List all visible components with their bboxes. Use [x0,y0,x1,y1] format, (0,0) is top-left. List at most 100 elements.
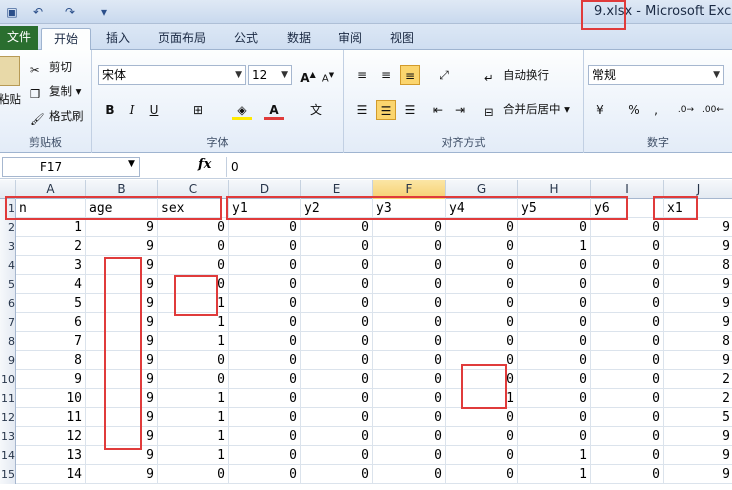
column-label-cell[interactable]: y1 [229,199,301,218]
data-cell[interactable]: 0 [591,389,664,408]
data-cell[interactable]: 0 [301,465,373,484]
data-cell[interactable]: 13 [16,446,86,465]
column-label-cell[interactable]: y4 [446,199,518,218]
align-left-icon[interactable]: ☰ [352,100,372,120]
data-cell[interactable]: 0 [373,389,446,408]
row-header[interactable]: 1 [0,199,16,218]
decrease-indent-icon[interactable]: ⇤ [428,100,448,120]
data-cell[interactable]: 14 [16,465,86,484]
data-cell[interactable]: 0 [518,408,591,427]
increase-decimal-icon[interactable]: .0→ [676,100,696,120]
row-header[interactable]: 12 [0,408,16,427]
data-cell[interactable]: 0 [158,351,229,370]
tab-formulas[interactable]: 公式 [230,28,262,50]
data-cell[interactable]: 1 [158,332,229,351]
underline-button[interactable]: U [144,100,164,120]
data-cell[interactable]: 0 [229,256,301,275]
data-cell[interactable]: 7 [16,332,86,351]
fill-color-icon[interactable]: ◈ [232,100,252,120]
save-icon[interactable]: ▣ [4,4,20,20]
data-cell[interactable]: 10 [16,389,86,408]
data-cell[interactable]: 9 [86,218,158,237]
shrink-font-button[interactable]: A▼ [318,65,338,85]
column-label-cell[interactable]: y3 [373,199,446,218]
font-size-select[interactable]: 12 ▼ [248,65,292,85]
data-cell[interactable]: 1 [446,389,518,408]
data-cell[interactable]: 9 [86,313,158,332]
data-cell[interactable]: 0 [518,332,591,351]
number-format-select[interactable]: 常规 ▼ [588,65,724,85]
data-cell[interactable]: 0 [373,256,446,275]
data-cell[interactable]: 9 [86,351,158,370]
insert-function-icon[interactable]: fx [198,157,211,172]
data-cell[interactable]: 0 [446,332,518,351]
data-cell[interactable]: 0 [301,218,373,237]
row-header[interactable]: 8 [0,332,16,351]
column-label-cell[interactable]: y5 [518,199,591,218]
data-cell[interactable]: 0 [158,237,229,256]
data-cell[interactable]: 0 [446,218,518,237]
copy-button[interactable]: ❐ 复制 ▾ [30,82,81,101]
formula-input[interactable]: 0 [226,157,732,177]
data-cell[interactable]: 1 [518,465,591,484]
select-all-corner[interactable] [0,180,16,199]
borders-icon[interactable]: ⊞ [188,100,208,120]
data-cell[interactable]: 0 [373,427,446,446]
data-cell[interactable]: 11 [16,408,86,427]
chevron-down-icon[interactable]: ▼ [128,159,135,169]
column-header-g[interactable]: G [446,180,518,199]
data-cell[interactable]: 0 [446,427,518,446]
data-cell[interactable]: 1 [518,446,591,465]
data-cell[interactable]: 9 [664,465,732,484]
row-header[interactable]: 2 [0,218,16,237]
data-cell[interactable]: 9 [86,237,158,256]
data-cell[interactable]: 8 [16,351,86,370]
row-header[interactable]: 5 [0,275,16,294]
data-cell[interactable]: 0 [518,427,591,446]
row-header[interactable]: 3 [0,237,16,256]
data-cell[interactable]: 1 [158,408,229,427]
align-bottom-icon[interactable]: ≡ [400,65,420,85]
data-cell[interactable]: 0 [158,370,229,389]
data-cell[interactable]: 9 [86,256,158,275]
data-cell[interactable]: 0 [373,275,446,294]
data-cell[interactable]: 0 [518,313,591,332]
data-cell[interactable]: 0 [591,427,664,446]
data-cell[interactable]: 0 [229,370,301,389]
column-header-f[interactable]: F [373,180,446,199]
column-header-d[interactable]: D [229,180,301,199]
data-cell[interactable]: 0 [301,446,373,465]
data-cell[interactable]: 8 [664,332,732,351]
data-cell[interactable]: 0 [591,275,664,294]
data-cell[interactable]: 0 [229,427,301,446]
data-cell[interactable]: 1 [16,218,86,237]
data-cell[interactable]: 0 [591,218,664,237]
align-top-icon[interactable]: ≡ [352,65,372,85]
data-cell[interactable]: 0 [229,294,301,313]
align-right-icon[interactable]: ☰ [400,100,420,120]
increase-indent-icon[interactable]: ⇥ [450,100,470,120]
paste-button[interactable]: 粘贴 [0,90,21,108]
data-cell[interactable]: 0 [301,275,373,294]
data-cell[interactable]: 0 [518,389,591,408]
data-cell[interactable]: 0 [373,408,446,427]
row-header[interactable]: 4 [0,256,16,275]
data-cell[interactable]: 9 [664,446,732,465]
data-cell[interactable]: 9 [664,351,732,370]
row-header[interactable]: 13 [0,427,16,446]
worksheet-grid[interactable]: ABCDEFGHIJ 1 n age sex y1 y2 y3 y4 y5 y6 x1 2 1 9 0 0 0 0… [0,180,732,490]
data-cell[interactable]: 0 [518,256,591,275]
tab-file[interactable]: 文件 [0,26,38,50]
wrap-text-button[interactable]: ↵ 自动换行 [484,66,549,85]
data-cell[interactable]: 0 [301,351,373,370]
data-cell[interactable]: 0 [373,332,446,351]
row-header[interactable]: 14 [0,446,16,465]
data-cell[interactable]: 9 [86,446,158,465]
data-cell[interactable]: 0 [229,275,301,294]
redo-icon[interactable]: ↷ [62,4,78,20]
data-cell[interactable]: 8 [664,256,732,275]
data-cell[interactable]: 9 [86,408,158,427]
align-middle-icon[interactable]: ≡ [376,65,396,85]
data-cell[interactable]: 0 [373,446,446,465]
column-header-e[interactable]: E [301,180,373,199]
